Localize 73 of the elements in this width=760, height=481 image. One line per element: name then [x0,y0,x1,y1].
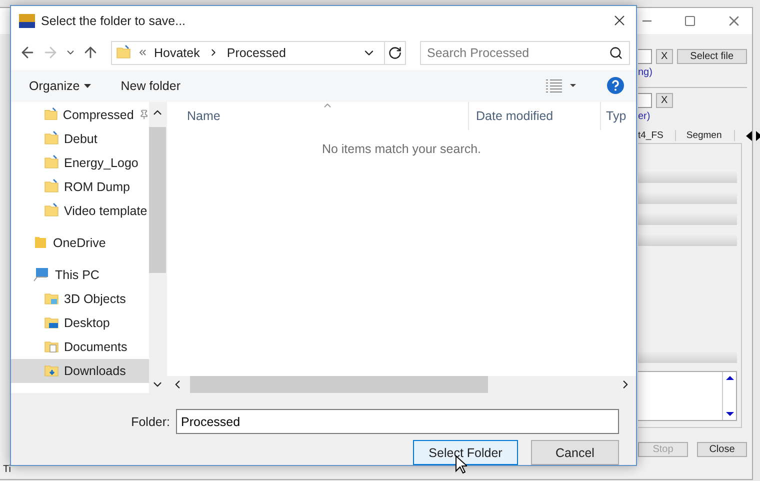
folder-icon [44,155,59,170]
nav-label: Documents [64,340,128,354]
horizontal-scrollbar[interactable] [167,376,636,393]
nav-item[interactable]: Documents [11,334,149,359]
nav-label: Desktop [64,316,110,330]
nav-item[interactable]: Debut [11,126,149,151]
empty-message: No items match your search. [322,142,482,156]
link-text[interactable]: er) [638,111,747,122]
scrollbar-thumb[interactable] [149,126,166,273]
maximize-icon[interactable] [684,15,696,27]
nav-item[interactable]: Energy_Logo [11,150,149,175]
text-field[interactable] [638,93,652,108]
refresh-icon[interactable] [388,46,402,60]
view-options-icon[interactable] [545,78,577,93]
nav-item[interactable]: Downloads [11,358,149,383]
tab[interactable]: Segmen [686,130,735,141]
organize-button[interactable]: Organize [29,78,91,93]
nav-label: Video template [64,204,148,218]
folder-field[interactable]: Processed [176,409,619,434]
scrollbar-thumb[interactable] [190,376,488,393]
folder-icon [44,363,59,378]
status-text: Ti [3,464,11,475]
folder-icon [44,203,59,218]
breadcrumb-item[interactable]: Hovatek [154,46,200,60]
caret-icon [84,84,91,88]
column-header[interactable]: Typ [601,102,630,130]
folder-icon [44,315,59,330]
left-arrow-icon[interactable] [744,130,753,140]
nav-label: Energy_Logo [64,156,138,170]
breadcrumb-item[interactable]: Processed [226,46,286,60]
double-chevron-icon[interactable] [139,49,146,56]
app-logo-icon [19,14,35,28]
folder-icon [44,339,59,354]
nav-label: This PC [55,268,100,282]
nav-item[interactable]: Video template [11,198,149,223]
nav-label: OneDrive [53,236,106,250]
nav-label: Compressed [62,108,134,122]
window-button[interactable]: Close [697,442,747,457]
folder-icon [44,179,59,194]
clear-button[interactable]: X [656,49,673,64]
address-bar[interactable]: Hovatek Processed [111,40,406,65]
cancel-button[interactable]: Cancel [531,440,619,465]
select-file-button[interactable]: Select file [676,49,747,64]
search-icon [609,46,623,60]
nav-label: Downloads [64,364,126,378]
tab[interactable]: t4_FS [638,130,676,141]
folder-icon [44,107,58,122]
nav-label: ROM Dump [64,180,130,194]
link-text[interactable]: ng) [638,67,747,78]
nav-label: 3D Objects [64,292,126,306]
nav-item[interactable]: Desktop [11,310,149,335]
select-folder-button[interactable]: Select Folder [413,440,518,465]
text-field[interactable] [638,49,652,64]
new-folder-button[interactable]: New folder [120,78,180,93]
search-field[interactable]: Search Processed [420,40,630,65]
folder-icon [116,45,131,60]
nav-label: Debut [64,132,98,146]
computer-icon [33,267,50,282]
vertical-scrollbar[interactable] [149,102,166,393]
column-header[interactable]: Date modified [469,102,601,130]
folder-icon [44,131,59,146]
folder-label: Folder: [131,414,170,428]
dialog-title: Select the folder to save... [41,14,187,28]
nav-item[interactable]: This PC [11,262,149,287]
nav-item[interactable]: ROM Dump [11,174,149,199]
clear-button[interactable]: X [656,93,673,108]
folder-icon [33,235,48,250]
help-icon[interactable] [607,77,624,94]
folder-icon [44,291,59,306]
column-header[interactable]: Name [167,102,469,130]
nav-item[interactable]: Compressed [11,102,149,127]
nav-item[interactable]: 3D Objects [11,286,149,311]
nav-item[interactable]: OneDrive [11,230,149,255]
